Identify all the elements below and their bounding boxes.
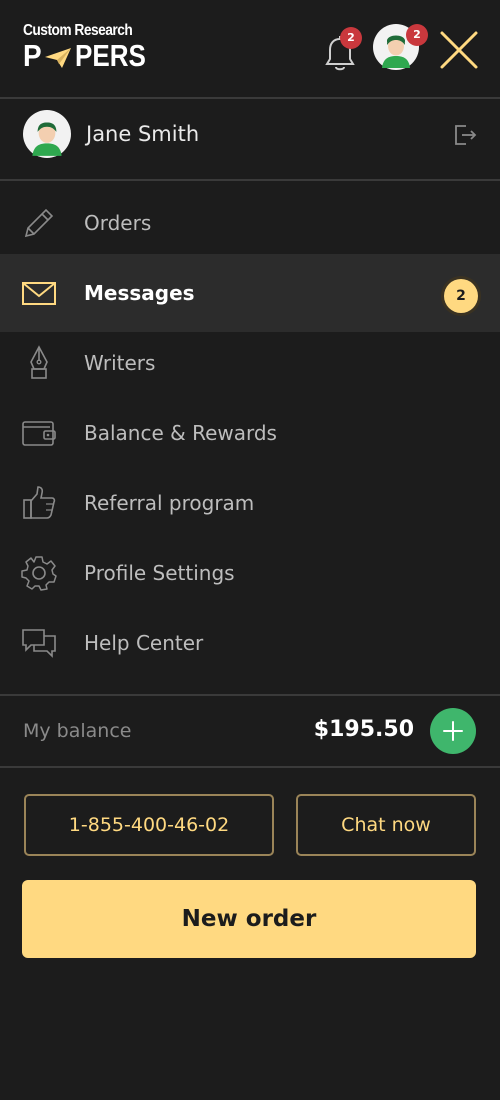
nav-label: Referral program bbox=[84, 491, 255, 515]
gear-icon bbox=[21, 556, 57, 591]
nav-item-writers[interactable]: Writers bbox=[0, 324, 500, 402]
new-order-button[interactable]: New order bbox=[22, 880, 476, 958]
balance-value: $195.50 bbox=[313, 717, 414, 742]
nav-label: Help Center bbox=[84, 631, 204, 655]
nav-item-help-center[interactable]: Help Center bbox=[0, 604, 500, 682]
pencil-icon bbox=[24, 208, 54, 238]
add-funds-button[interactable] bbox=[430, 708, 476, 754]
close-icon[interactable] bbox=[437, 28, 481, 72]
nav-label: Profile Settings bbox=[84, 561, 235, 585]
logo-letter-p: P bbox=[23, 38, 42, 73]
nav-item-referral[interactable]: Referral program bbox=[0, 464, 500, 542]
divider bbox=[0, 694, 500, 696]
nav-label: Orders bbox=[84, 211, 152, 235]
divider bbox=[0, 766, 500, 768]
nav-label: Balance & Rewards bbox=[84, 421, 277, 445]
balance-row: My balance $195.50 bbox=[0, 697, 500, 765]
user-row[interactable]: Jane Smith bbox=[0, 100, 500, 180]
chat-bubbles-icon bbox=[22, 629, 56, 658]
header: Custom Research P PERS 2 2 bbox=[0, 0, 500, 98]
notification-count-badge: 2 bbox=[340, 27, 362, 49]
chat-now-button[interactable]: Chat now bbox=[296, 794, 476, 856]
user-name: Jane Smith bbox=[86, 122, 200, 146]
avatar-count-badge: 2 bbox=[406, 24, 428, 46]
logo-letters-pers: PERS bbox=[75, 38, 146, 73]
wallet-icon bbox=[22, 421, 56, 446]
nav-label: Messages bbox=[84, 281, 195, 305]
envelope-icon bbox=[22, 282, 56, 305]
nav-item-messages[interactable]: Messages 2 bbox=[0, 254, 500, 332]
nav-item-profile-settings[interactable]: Profile Settings bbox=[0, 534, 500, 612]
divider bbox=[0, 179, 500, 181]
phone-button[interactable]: 1-855-400-46-02 bbox=[24, 794, 274, 856]
user-avatar bbox=[23, 110, 71, 158]
balance-label: My balance bbox=[23, 720, 132, 742]
paper-plane-icon bbox=[45, 48, 71, 68]
nav-item-balance-rewards[interactable]: Balance & Rewards bbox=[0, 394, 500, 472]
logo[interactable]: Custom Research P PERS bbox=[23, 22, 153, 74]
divider bbox=[0, 97, 500, 99]
nav-label: Writers bbox=[84, 351, 156, 375]
nav-item-orders[interactable]: Orders bbox=[0, 184, 500, 262]
logout-icon[interactable] bbox=[452, 122, 478, 148]
thumbs-up-icon bbox=[23, 486, 56, 519]
pen-nib-icon bbox=[30, 345, 48, 379]
messages-count-badge: 2 bbox=[444, 279, 478, 313]
logo-wordmark: P PERS bbox=[23, 39, 153, 73]
